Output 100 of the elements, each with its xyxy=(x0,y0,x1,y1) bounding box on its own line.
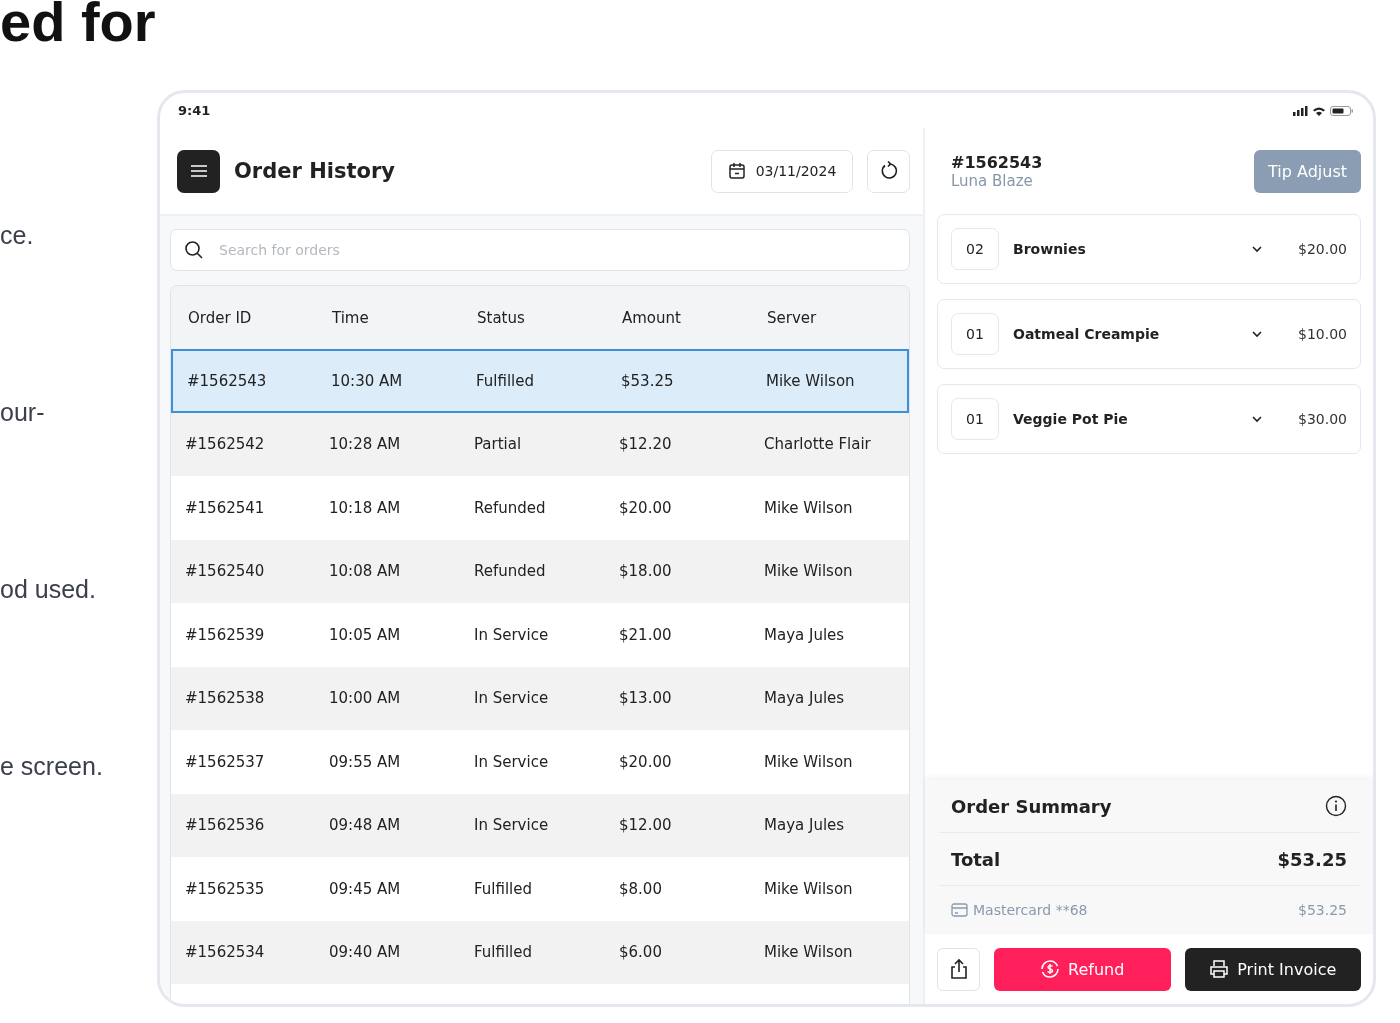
order-item-card[interactable]: 01 Oatmeal Creampie $10.00 xyxy=(937,299,1361,369)
signal-icon xyxy=(1293,105,1308,116)
printer-icon xyxy=(1209,959,1230,979)
table-cell-text: Mike Wilson xyxy=(764,562,854,581)
chevron-down-icon[interactable] xyxy=(1251,330,1263,338)
table-cell-text: #1562542 xyxy=(185,435,266,454)
body-text: ce. xyxy=(0,223,35,248)
table-cell-text: $12.20 xyxy=(619,435,673,454)
quantity-box: 02 xyxy=(951,228,999,270)
table-cell-text: Mike Wilson xyxy=(764,879,854,898)
table-cell-text: Refunded xyxy=(474,498,547,517)
battery-icon xyxy=(1330,105,1353,116)
table-cell-text: In Service xyxy=(474,816,550,835)
order-item-card[interactable]: 02 Brownies $20.00 xyxy=(937,214,1361,284)
search-field[interactable]: Search for orders xyxy=(170,229,910,271)
table-cell-text: #1562535 xyxy=(185,879,266,898)
order-row[interactable]: #1562539 10:05 AM In Service $21.00 Maya Jules xyxy=(171,603,909,667)
calendar-icon xyxy=(727,162,746,180)
info-icon[interactable] xyxy=(1325,795,1347,817)
table-cell-text: 09:45 AM xyxy=(329,879,402,898)
table-cell-text: $18.00 xyxy=(619,562,673,581)
table-cell-text: Charlotte Flair xyxy=(764,435,872,454)
table-cell-text: 10:18 AM xyxy=(329,498,402,517)
menu-button[interactable] xyxy=(177,149,220,193)
table-cell-text: Fulfilled xyxy=(474,879,533,898)
table-cell-text: Fulfilled xyxy=(476,371,535,390)
table-cell-text: #1562539 xyxy=(185,625,266,644)
table-cell-text: 10:08 AM xyxy=(329,562,402,581)
table-cell-text: #1562537 xyxy=(185,752,266,771)
body-text: e screen. xyxy=(0,754,104,779)
body-text: od used. xyxy=(0,577,97,602)
item-price: $30.00 xyxy=(1297,411,1347,427)
order-row[interactable]: #1562542 10:28 AM Partial $12.20 Charlotte Flair xyxy=(171,412,909,476)
table-cell-text: Mike Wilson xyxy=(764,752,854,771)
table-cell-text: $8.00 xyxy=(619,879,663,898)
page-title: Order History xyxy=(234,159,395,183)
table-cell-text: Maya Jules xyxy=(764,689,846,708)
table-cell-text: $20.00 xyxy=(619,498,673,517)
table-cell-text: In Service xyxy=(474,752,550,771)
card-icon xyxy=(951,903,968,917)
table-cell-text: Mike Wilson xyxy=(766,371,856,390)
print-invoice-button[interactable]: Print Invoice xyxy=(1184,947,1361,991)
order-row[interactable]: #1562538 10:00 AM In Service $13.00 Maya Jules xyxy=(171,666,909,730)
menu-icon xyxy=(189,164,208,178)
table-cell-text: Mike Wilson xyxy=(764,943,854,962)
table-cell-text: 10:00 AM xyxy=(329,689,402,708)
table-cell-text: $20.00 xyxy=(619,752,673,771)
payment-method: Mastercard **68 xyxy=(973,902,1088,918)
order-row[interactable]: #1562536 09:48 AM In Service $12.00 Maya Jules xyxy=(171,793,909,857)
share-button[interactable] xyxy=(937,947,980,991)
summary-title: Order Summary xyxy=(951,795,1112,817)
item-name: Brownies xyxy=(1013,241,1087,257)
table-cell-text: In Service xyxy=(474,689,550,708)
table-cell-text: #1562541 xyxy=(185,498,266,517)
table-cell-text: $13.00 xyxy=(619,689,673,708)
table-cell-text: #1562543 xyxy=(187,371,268,390)
refund-button[interactable]: Refund xyxy=(994,947,1171,991)
table-cell-text: $53.25 xyxy=(621,371,675,390)
wifi-icon xyxy=(1313,105,1325,116)
item-name: Veggie Pot Pie xyxy=(1013,411,1129,427)
table-cell-text: #1562540 xyxy=(185,562,266,581)
quantity-box: 01 xyxy=(951,398,999,440)
table-cell-text: $6.00 xyxy=(619,943,663,962)
order-number: #1562543 xyxy=(951,152,1043,172)
table-cell-text: 09:40 AM xyxy=(329,943,402,962)
order-row[interactable]: #1562540 10:08 AM Refunded $18.00 Mike Wilson xyxy=(171,539,909,603)
table-cell-text: Refunded xyxy=(474,562,547,581)
body-text: our- xyxy=(0,400,46,425)
item-name: Oatmeal Creampie xyxy=(1013,326,1161,342)
item-price: $10.00 xyxy=(1297,326,1347,342)
search-icon xyxy=(184,240,204,260)
table-cell-text: 09:55 AM xyxy=(329,752,402,771)
table-cell-text: $21.00 xyxy=(619,625,673,644)
column-header: Order ID xyxy=(188,308,253,327)
item-price: $20.00 xyxy=(1297,241,1347,257)
refresh-button[interactable] xyxy=(867,149,910,193)
order-row[interactable]: #1562537 09:55 AM In Service $20.00 Mike Wilson xyxy=(171,730,909,794)
table-cell-text: #1562534 xyxy=(185,943,266,962)
table-cell-text: In Service xyxy=(474,625,550,644)
date-picker[interactable]: 03/11/2024 xyxy=(711,149,853,193)
table-cell-text: Mike Wilson xyxy=(764,498,854,517)
order-row[interactable]: #1562535 09:45 AM Fulfilled $8.00 Mike Wilson xyxy=(171,857,909,921)
order-item-card[interactable]: 01 Veggie Pot Pie $30.00 xyxy=(937,384,1361,454)
column-header: Status xyxy=(477,308,526,327)
table-cell-text: Maya Jules xyxy=(764,816,846,835)
column-header: Amount xyxy=(622,308,682,327)
table-cell-text: $12.00 xyxy=(619,816,673,835)
order-row[interactable]: #1562541 10:18 AM Refunded $20.00 Mike Wilson xyxy=(171,476,909,540)
chevron-down-icon[interactable] xyxy=(1251,245,1263,253)
quantity-box: 01 xyxy=(951,313,999,355)
table-cell-text: Partial xyxy=(474,435,523,454)
order-row[interactable]: #1562543 10:30 AM Fulfilled $53.25 Mike Wilson xyxy=(171,349,909,413)
chevron-down-icon[interactable] xyxy=(1251,415,1263,423)
customer-name: Luna Blaze xyxy=(951,171,1034,190)
column-header: Time xyxy=(332,308,370,327)
refund-icon xyxy=(1040,959,1061,979)
table-cell-text: #1562538 xyxy=(185,689,266,708)
order-row[interactable]: #1562534 09:40 AM Fulfilled $6.00 Mike Wilson xyxy=(171,920,909,984)
status-time: 9:41 xyxy=(178,103,211,118)
table-cell-text: 10:30 AM xyxy=(331,371,404,390)
